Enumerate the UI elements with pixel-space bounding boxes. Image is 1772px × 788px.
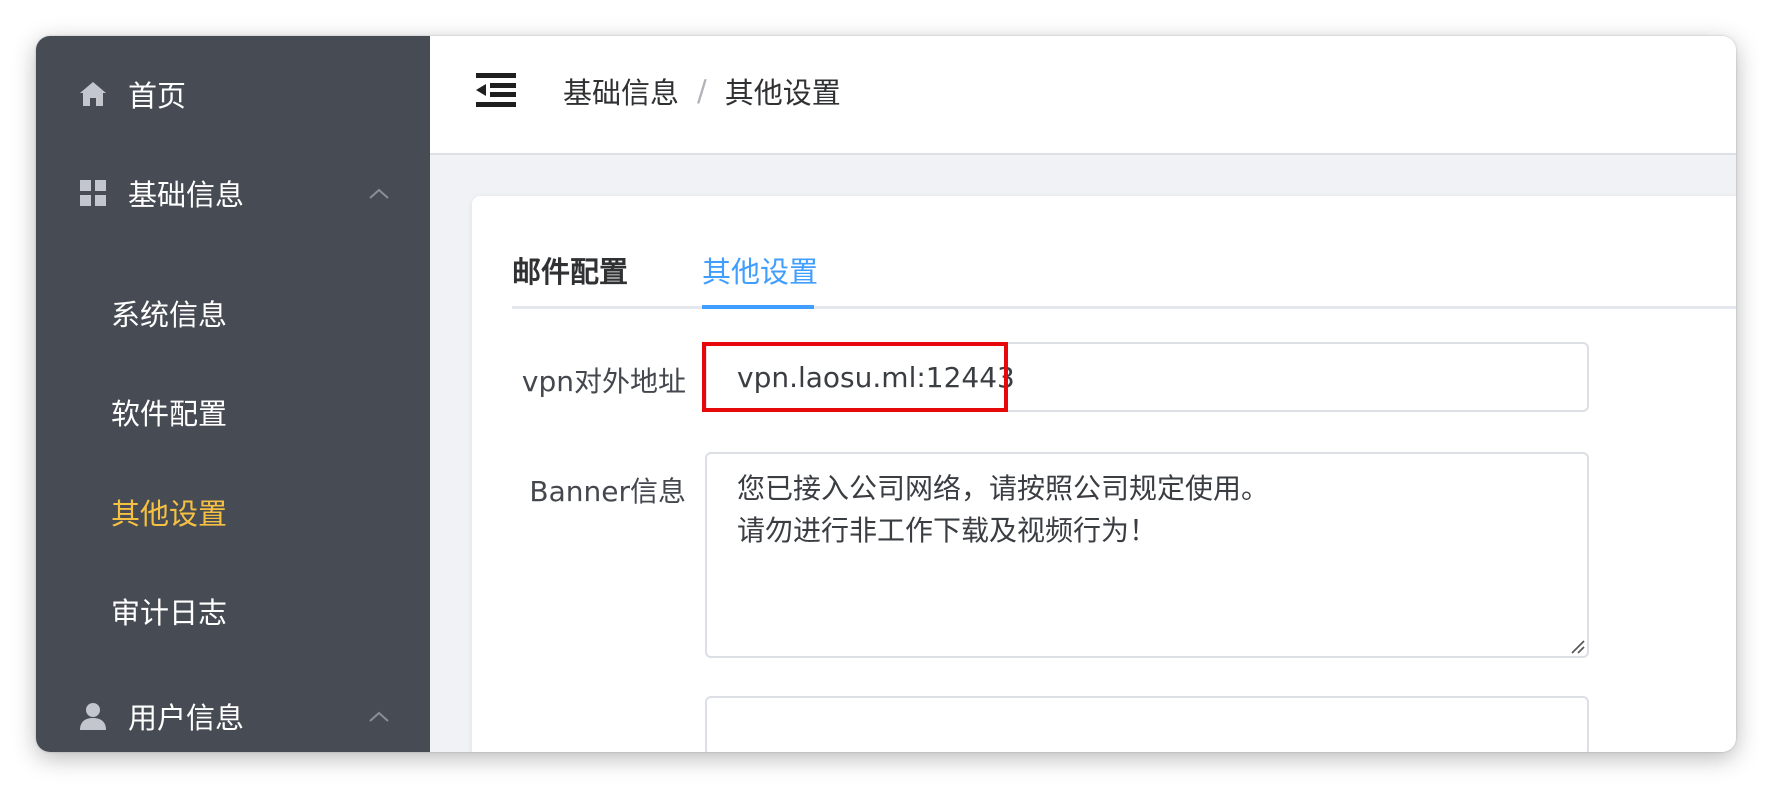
sidebar-item-other-settings[interactable]: 其他设置 bbox=[36, 482, 430, 542]
sidebar-item-software-config[interactable]: 软件配置 bbox=[36, 382, 430, 442]
settings-card: 邮件配置 其他设置 vpn对外地址 Banner信息 bbox=[472, 196, 1736, 752]
menu-collapse-icon[interactable] bbox=[476, 73, 516, 107]
app-window: 首页 基础信息 系统信息 软件配置 其他设置 审计日志 用户信息 基础信息 / … bbox=[36, 36, 1736, 752]
breadcrumb: 基础信息 / 其他设置 bbox=[563, 70, 841, 112]
tab-mail-config[interactable]: 邮件配置 bbox=[512, 246, 628, 306]
breadcrumb-separator: / bbox=[697, 74, 707, 108]
tab-active-indicator bbox=[702, 305, 814, 309]
sidebar: 首页 基础信息 系统信息 软件配置 其他设置 审计日志 用户信息 bbox=[36, 36, 430, 752]
home-icon bbox=[80, 82, 106, 106]
sidebar-item-system-info[interactable]: 系统信息 bbox=[36, 283, 430, 343]
resize-grip-icon[interactable] bbox=[1567, 636, 1585, 654]
banner-textarea[interactable] bbox=[705, 452, 1589, 658]
sidebar-item-label: 用户信息 bbox=[128, 701, 245, 735]
breadcrumb-item[interactable]: 基础信息 bbox=[563, 70, 679, 112]
vpn-address-label: vpn对外地址 bbox=[521, 365, 686, 398]
sidebar-item-label: 系统信息 bbox=[111, 298, 228, 332]
sidebar-item-label: 其他设置 bbox=[111, 497, 228, 531]
chevron-up-icon bbox=[369, 188, 389, 199]
banner-label: Banner信息 bbox=[529, 475, 686, 508]
tab-bar: 邮件配置 其他设置 bbox=[512, 246, 1736, 309]
grid-icon bbox=[80, 180, 106, 206]
sidebar-item-audit-log[interactable]: 审计日志 bbox=[36, 581, 430, 641]
chevron-up-icon bbox=[369, 711, 389, 722]
sidebar-item-user-info[interactable]: 用户信息 bbox=[36, 686, 430, 746]
top-header: 基础信息 / 其他设置 bbox=[430, 36, 1736, 155]
breadcrumb-item-current: 其他设置 bbox=[724, 76, 841, 110]
sidebar-item-basic-info[interactable]: 基础信息 bbox=[36, 163, 430, 223]
sidebar-item-home[interactable]: 首页 bbox=[36, 64, 430, 124]
user-icon bbox=[80, 703, 106, 730]
sidebar-item-label: 基础信息 bbox=[128, 178, 245, 212]
sidebar-item-label: 首页 bbox=[128, 79, 187, 113]
vpn-address-input[interactable] bbox=[705, 342, 1589, 412]
sidebar-item-label: 软件配置 bbox=[111, 397, 228, 431]
tab-other-settings[interactable]: 其他设置 bbox=[702, 246, 818, 306]
next-field-input[interactable] bbox=[705, 696, 1589, 752]
sidebar-item-label: 审计日志 bbox=[111, 596, 228, 630]
